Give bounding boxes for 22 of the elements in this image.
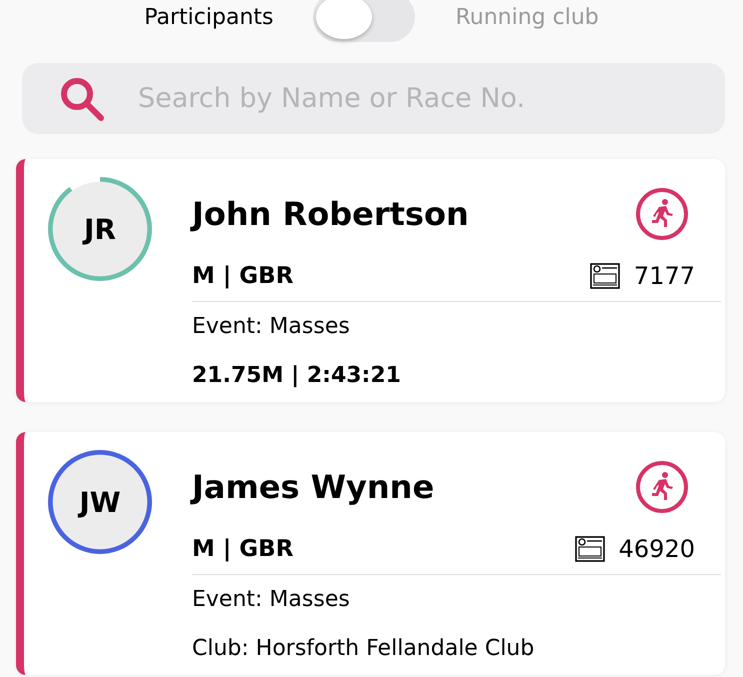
gender-country: M | GBR	[192, 263, 294, 289]
participant-name: James Wynne	[192, 468, 434, 506]
participant-name: John Robertson	[192, 195, 469, 233]
gender-country: M | GBR	[192, 536, 294, 562]
search-icon	[58, 75, 106, 123]
participant-card[interactable]: JW James Wynne M | GBR 46920 Event: Masses Club: Horsforth Fellandale Club	[16, 432, 725, 675]
detail-text: Event: Masses	[192, 587, 351, 612]
detail-text: Club: Horsforth Fellandale Club	[192, 636, 536, 661]
running-club-label: Running club	[455, 4, 599, 30]
race-number: 46920	[618, 535, 695, 563]
runner-icon[interactable]	[635, 187, 689, 241]
initials: JR	[84, 212, 116, 246]
view-toggle[interactable]	[313, 0, 416, 42]
race-number: 7177	[634, 262, 695, 290]
distance-time: 21.75M | 2:43:21	[192, 363, 402, 388]
race-bib-icon	[590, 263, 620, 289]
participants-label: Participants	[144, 4, 274, 30]
runner-icon[interactable]	[635, 460, 689, 514]
detail-text: Event: Masses	[192, 314, 351, 339]
participant-card[interactable]: JR John Robertson M | GBR 7177 Event: Masses 21.75M | 2:43:21	[16, 159, 725, 402]
initials: JW	[79, 486, 121, 518]
race-bib-icon	[574, 536, 605, 562]
